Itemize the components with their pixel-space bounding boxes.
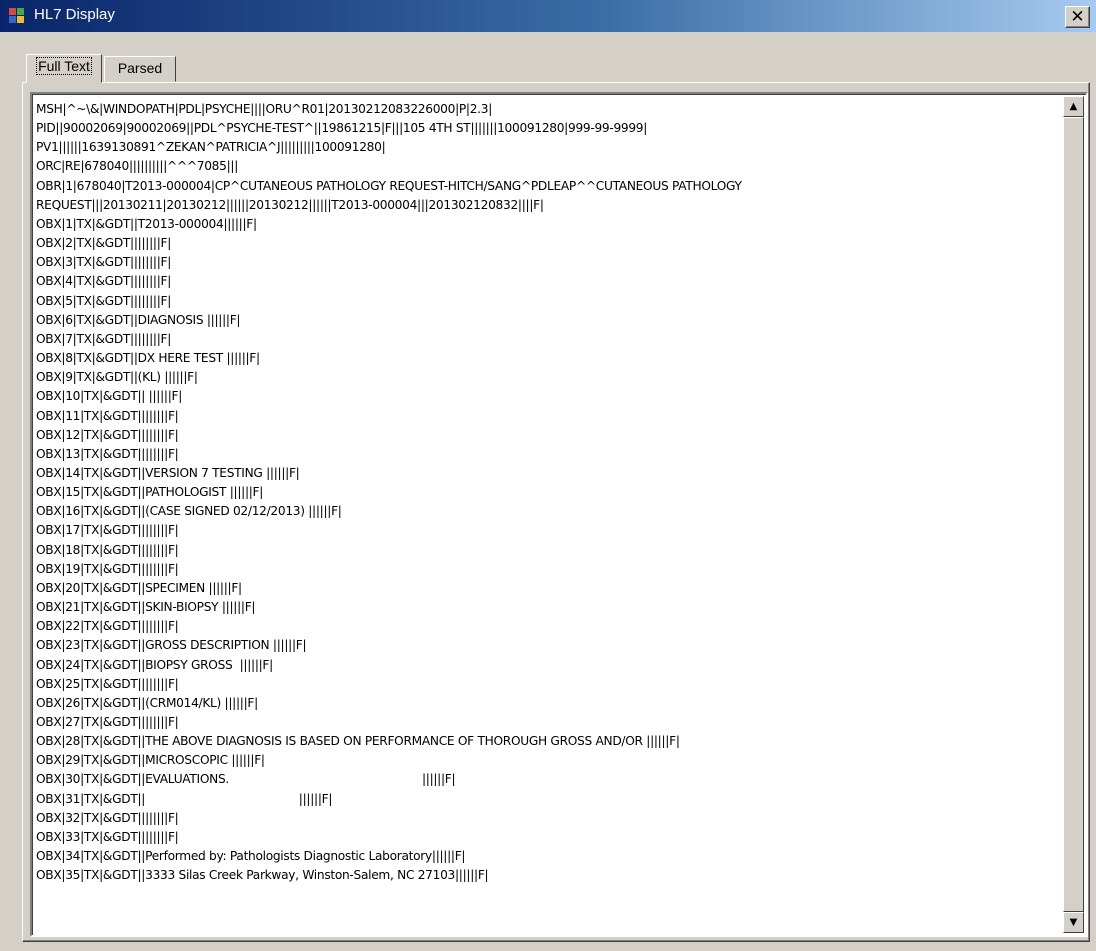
message-line[interactable]: OBX|3|TX|&GDT||||||||F| bbox=[36, 253, 1058, 272]
message-line[interactable]: OBX|31|TX|&GDT|| ||||||F| bbox=[36, 790, 1058, 809]
message-line[interactable]: PID||90002069|90002069||PDL^PSYCHE-TEST^… bbox=[36, 119, 1058, 138]
message-line[interactable]: OBX|29|TX|&GDT||MICROSCOPIC ||||||F| bbox=[36, 751, 1058, 770]
message-line[interactable]: OBX|12|TX|&GDT||||||||F| bbox=[36, 426, 1058, 445]
message-line[interactable]: OBX|15|TX|&GDT||PATHOLOGIST ||||||F| bbox=[36, 483, 1058, 502]
message-line[interactable]: OBX|27|TX|&GDT||||||||F| bbox=[36, 713, 1058, 732]
message-line[interactable]: OBX|21|TX|&GDT||SKIN-BIOPSY ||||||F| bbox=[36, 598, 1058, 617]
scroll-up-button[interactable]: ▲ bbox=[1063, 96, 1084, 117]
message-line[interactable]: OBX|8|TX|&GDT||DX HERE TEST ||||||F| bbox=[36, 349, 1058, 368]
message-line[interactable]: OBX|30|TX|&GDT||EVALUATIONS. ||||||F| bbox=[36, 770, 1058, 789]
message-line[interactable]: REQUEST|||20130211|20130212||||||2013021… bbox=[36, 196, 1058, 215]
message-line[interactable]: OBX|19|TX|&GDT||||||||F| bbox=[36, 560, 1058, 579]
message-line[interactable]: OBX|16|TX|&GDT||(CASE SIGNED 02/12/2013)… bbox=[36, 502, 1058, 521]
tab-parsed-label: Parsed bbox=[117, 60, 163, 76]
app-window-icon[interactable] bbox=[9, 8, 25, 24]
message-line[interactable]: OBX|14|TX|&GDT||VERSION 7 TESTING ||||||… bbox=[36, 464, 1058, 483]
message-line[interactable]: OBX|32|TX|&GDT||||||||F| bbox=[36, 809, 1058, 828]
message-line[interactable]: OBR|1|678040|T2013-000004|CP^CUTANEOUS P… bbox=[36, 177, 1058, 196]
hl7-display-window: HL7 Display ✕ Full Text Parsed MSH|^~\&|… bbox=[0, 0, 1096, 951]
message-line[interactable]: OBX|1|TX|&GDT||T2013-000004||||||F| bbox=[36, 215, 1058, 234]
scroll-thumb[interactable] bbox=[1063, 117, 1084, 912]
message-line[interactable]: OBX|26|TX|&GDT||(CRM014/KL) ||||||F| bbox=[36, 694, 1058, 713]
message-line[interactable]: OBX|25|TX|&GDT||||||||F| bbox=[36, 675, 1058, 694]
message-line[interactable]: OBX|2|TX|&GDT||||||||F| bbox=[36, 234, 1058, 253]
message-line[interactable]: OBX|6|TX|&GDT||DIAGNOSIS ||||||F| bbox=[36, 311, 1058, 330]
message-line[interactable]: OBX|9|TX|&GDT||(KL) ||||||F| bbox=[36, 368, 1058, 387]
title-bar[interactable]: HL7 Display ✕ bbox=[0, 0, 1096, 32]
message-line[interactable]: OBX|24|TX|&GDT||BIOPSY GROSS ||||||F| bbox=[36, 656, 1058, 675]
message-line[interactable]: OBX|10|TX|&GDT|| ||||||F| bbox=[36, 387, 1058, 406]
message-line[interactable]: OBX|13|TX|&GDT||||||||F| bbox=[36, 445, 1058, 464]
tab-full-text-label: Full Text bbox=[36, 57, 92, 75]
close-button[interactable]: ✕ bbox=[1065, 6, 1090, 28]
window-title: HL7 Display bbox=[34, 6, 115, 23]
message-line[interactable]: OBX|4|TX|&GDT||||||||F| bbox=[36, 272, 1058, 291]
message-line[interactable]: OBX|34|TX|&GDT||Performed by: Pathologis… bbox=[36, 847, 1058, 866]
message-line[interactable]: OBX|20|TX|&GDT||SPECIMEN ||||||F| bbox=[36, 579, 1058, 598]
tab-full-text[interactable]: Full Text bbox=[26, 54, 102, 83]
tab-parsed[interactable]: Parsed bbox=[104, 56, 176, 82]
message-line[interactable]: OBX|35|TX|&GDT||3333 Silas Creek Parkway… bbox=[36, 866, 1058, 885]
message-line[interactable]: ORC|RE|678040||||||||||^^^7085||| bbox=[36, 157, 1058, 176]
message-line[interactable]: OBX|33|TX|&GDT||||||||F| bbox=[36, 828, 1058, 847]
message-text-box[interactable]: MSH|^~\&|WINDOPATH|PDL|PSYCHE||||ORU^R01… bbox=[30, 92, 1088, 937]
message-line[interactable]: OBX|17|TX|&GDT||||||||F| bbox=[36, 521, 1058, 540]
vertical-scrollbar[interactable]: ▲ ▼ bbox=[1063, 96, 1084, 933]
message-line[interactable]: OBX|23|TX|&GDT||GROSS DESCRIPTION ||||||… bbox=[36, 636, 1058, 655]
message-line[interactable]: OBX|28|TX|&GDT||THE ABOVE DIAGNOSIS IS B… bbox=[36, 732, 1058, 751]
message-text[interactable]: MSH|^~\&|WINDOPATH|PDL|PSYCHE||||ORU^R01… bbox=[36, 100, 1058, 932]
scroll-down-button[interactable]: ▼ bbox=[1063, 912, 1084, 933]
message-line[interactable]: OBX|5|TX|&GDT||||||||F| bbox=[36, 292, 1058, 311]
message-line[interactable]: OBX|18|TX|&GDT||||||||F| bbox=[36, 541, 1058, 560]
message-line[interactable]: PV1||||||1639130891^ZEKAN^PATRICIA^J||||… bbox=[36, 138, 1058, 157]
message-line[interactable]: OBX|11|TX|&GDT||||||||F| bbox=[36, 407, 1058, 426]
message-line[interactable]: MSH|^~\&|WINDOPATH|PDL|PSYCHE||||ORU^R01… bbox=[36, 100, 1058, 119]
message-line[interactable]: OBX|22|TX|&GDT||||||||F| bbox=[36, 617, 1058, 636]
message-line[interactable]: OBX|7|TX|&GDT||||||||F| bbox=[36, 330, 1058, 349]
